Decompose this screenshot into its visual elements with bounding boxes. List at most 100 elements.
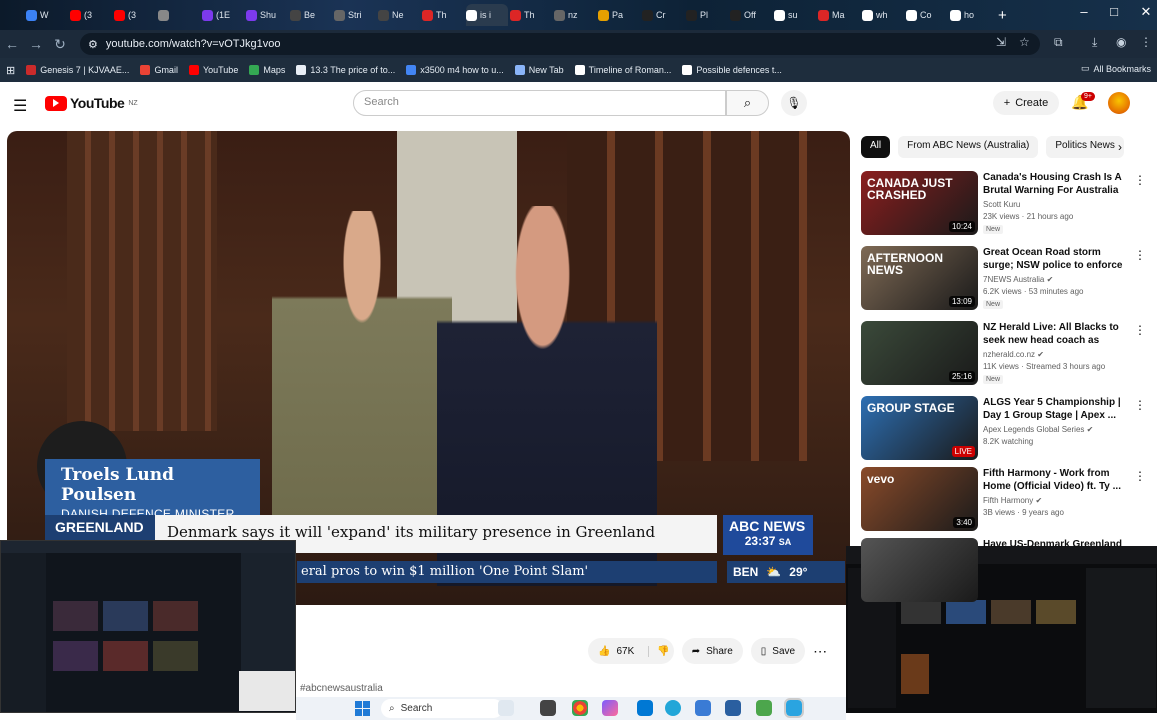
related-video[interactable]: GROUP STAGE LIVE ALGS Year 5 Championship … — [861, 396, 1146, 464]
related-video[interactable]: vevo 3:40 Fifth Harmony - Work from Home (… — [861, 467, 1146, 535]
address-bar[interactable]: ⚙ youtube.com/watch?v=vOTJkg1voo — [80, 33, 1040, 55]
more-options-icon[interactable]: ⋮ — [1134, 323, 1146, 337]
bookmark-item[interactable]: New Tab — [514, 65, 564, 75]
browser-tab[interactable]: Shu — [246, 4, 288, 26]
browser-tab[interactable]: wh — [862, 4, 904, 26]
channel-name[interactable]: nzherald.co.nz ✔ — [983, 350, 1044, 359]
taskbar-app-icon[interactable] — [498, 700, 514, 716]
close-icon[interactable]: ✕ — [1136, 4, 1156, 20]
video-player[interactable]: Troels Lund Poulsen DANISH DEFENCE MINIS… — [7, 131, 850, 605]
more-actions-icon[interactable]: ⋯ — [813, 643, 827, 660]
bookmark-item[interactable]: YouTube — [188, 65, 238, 75]
channel-name[interactable]: Scott Kuru — [983, 200, 1020, 209]
bookmark-item[interactable]: Genesis 7 | KJVAAE... — [26, 65, 129, 75]
task-view-icon[interactable] — [540, 700, 556, 716]
bookmark-item[interactable]: Gmail — [140, 65, 178, 75]
video-thumbnail[interactable]: 25:16 — [861, 321, 978, 385]
browser-tab[interactable]: Co — [906, 4, 948, 26]
browser-tab[interactable]: Stri — [334, 4, 376, 26]
browser-tab[interactable] — [158, 4, 200, 26]
forward-icon[interactable]: → — [24, 36, 48, 52]
channel-name[interactable]: Fifth Harmony ✔ — [983, 496, 1042, 505]
download-icon[interactable]: ⤓ — [1092, 35, 1097, 50]
browser-tab[interactable]: W — [26, 4, 68, 26]
browser-tab[interactable]: Ma — [818, 4, 860, 26]
overlay-window-left[interactable] — [0, 540, 296, 713]
video-title[interactable]: Canada's Housing Crash Is A Brutal Warni… — [983, 171, 1125, 197]
back-icon[interactable]: ← — [0, 36, 24, 52]
browser-tab[interactable]: is i — [466, 4, 508, 26]
windows-start-icon[interactable] — [355, 701, 370, 716]
related-video[interactable]: AFTERNOON NEWS 13:09 Great Ocean Road stor… — [861, 246, 1146, 314]
new-tab-icon[interactable]: + — [998, 7, 1007, 24]
related-video[interactable]: 25:16 NZ Herald Live: All Blacks to seek … — [861, 321, 1146, 389]
more-options-icon[interactable]: ⋮ — [1134, 248, 1146, 262]
video-title[interactable]: Fifth Harmony - Work from Home (Official… — [983, 467, 1125, 493]
taskbar-app-icon[interactable] — [665, 700, 681, 716]
browser-tab[interactable]: (3 — [70, 4, 112, 26]
related-video[interactable]: Have US-Denmark Greenland — [861, 538, 1146, 606]
taskbar-search[interactable]: ⌕ Search — [381, 699, 503, 718]
browser-tab[interactable]: Th — [510, 4, 552, 26]
kebab-menu-icon[interactable]: ⋮ — [1140, 35, 1152, 49]
dislike-button[interactable]: 👎 — [648, 645, 670, 657]
browser-tab[interactable]: Pl — [686, 4, 728, 26]
more-options-icon[interactable]: ⋮ — [1134, 398, 1146, 412]
filter-chip[interactable]: Politics News — [1046, 136, 1124, 158]
voice-search-icon[interactable]: 🎙 — [781, 90, 807, 116]
share-button[interactable]: ➦ Share — [681, 638, 743, 664]
search-input[interactable]: Search — [353, 90, 726, 116]
browser-tab[interactable]: Th — [422, 4, 464, 26]
video-title[interactable]: Great Ocean Road storm surge; NSW police… — [983, 246, 1125, 272]
filter-chip[interactable]: From ABC News (Australia) — [898, 136, 1039, 158]
bookmark-item[interactable]: 13.3 The price of to... — [296, 65, 395, 75]
search-button[interactable]: ⌕ — [726, 90, 769, 116]
video-thumbnail[interactable]: AFTERNOON NEWS 13:09 — [861, 246, 978, 310]
install-icon[interactable]: ⇲ — [996, 35, 1006, 49]
browser-tab[interactable]: Be — [290, 4, 332, 26]
video-title[interactable]: NZ Herald Live: All Blacks to seek new h… — [983, 321, 1125, 347]
bookmark-item[interactable]: Possible defences t... — [682, 65, 782, 75]
all-bookmarks[interactable]: ▭ All Bookmarks — [1081, 63, 1151, 74]
outlook-icon[interactable] — [695, 700, 711, 716]
save-button[interactable]: ▯ Save — [750, 638, 806, 664]
browser-tab[interactable]: nz — [554, 4, 596, 26]
browser-tab[interactable]: Pa — [598, 4, 640, 26]
minimize-icon[interactable]: – — [1074, 4, 1094, 19]
chrome-icon[interactable] — [572, 700, 588, 716]
browser-tab[interactable]: Ne — [378, 4, 420, 26]
bookmark-item[interactable]: x3500 m4 how to u... — [406, 65, 504, 75]
video-thumbnail[interactable]: vevo 3:40 — [861, 467, 978, 531]
reload-icon[interactable]: ↻ — [48, 36, 72, 53]
site-info-icon[interactable]: ⚙ — [88, 38, 98, 51]
bookmark-item[interactable]: Timeline of Roman... — [574, 65, 671, 75]
video-title[interactable]: ALGS Year 5 Championship | Day 1 Group S… — [983, 396, 1125, 422]
telegram-icon[interactable] — [784, 698, 804, 718]
create-button[interactable]: + Create — [993, 91, 1059, 115]
profile-icon[interactable]: ◉ — [1116, 35, 1126, 49]
more-options-icon[interactable]: ⋮ — [1134, 469, 1146, 483]
channel-name[interactable]: Apex Legends Global Series ✔ — [983, 425, 1093, 434]
more-options-icon[interactable]: ⋮ — [1134, 173, 1146, 187]
taskbar-app-icon[interactable] — [756, 700, 772, 716]
browser-tab[interactable]: (3 — [114, 4, 156, 26]
apps-grid-icon[interactable]: ⊞ — [6, 64, 15, 77]
video-title[interactable]: Have US-Denmark Greenland — [983, 538, 1125, 551]
related-video[interactable]: CANADA JUST CRASHED 10:24 Canada's Housing… — [861, 171, 1146, 239]
maximize-icon[interactable]: □ — [1104, 4, 1124, 19]
edge-icon[interactable] — [637, 700, 653, 716]
chevron-right-icon[interactable]: › — [1118, 140, 1122, 154]
hashtag-link[interactable]: #abcnewsaustralia — [300, 683, 383, 694]
video-thumbnail[interactable] — [861, 538, 978, 602]
browser-tab[interactable]: ho — [950, 4, 992, 26]
like-button[interactable]: 👍 67K 👎 — [588, 638, 674, 664]
channel-name[interactable]: 7NEWS Australia ✔ — [983, 275, 1053, 284]
bookmark-star-icon[interactable]: ☆ — [1019, 35, 1030, 49]
browser-tab[interactable]: su — [774, 4, 816, 26]
copilot-icon[interactable] — [602, 700, 618, 716]
filter-chip[interactable]: All — [861, 136, 891, 158]
browser-tab[interactable]: Off — [730, 4, 772, 26]
bookmark-item[interactable]: Maps — [249, 65, 285, 75]
browser-tab[interactable]: Cr — [642, 4, 684, 26]
extensions-icon[interactable]: ⧉ — [1054, 35, 1063, 50]
